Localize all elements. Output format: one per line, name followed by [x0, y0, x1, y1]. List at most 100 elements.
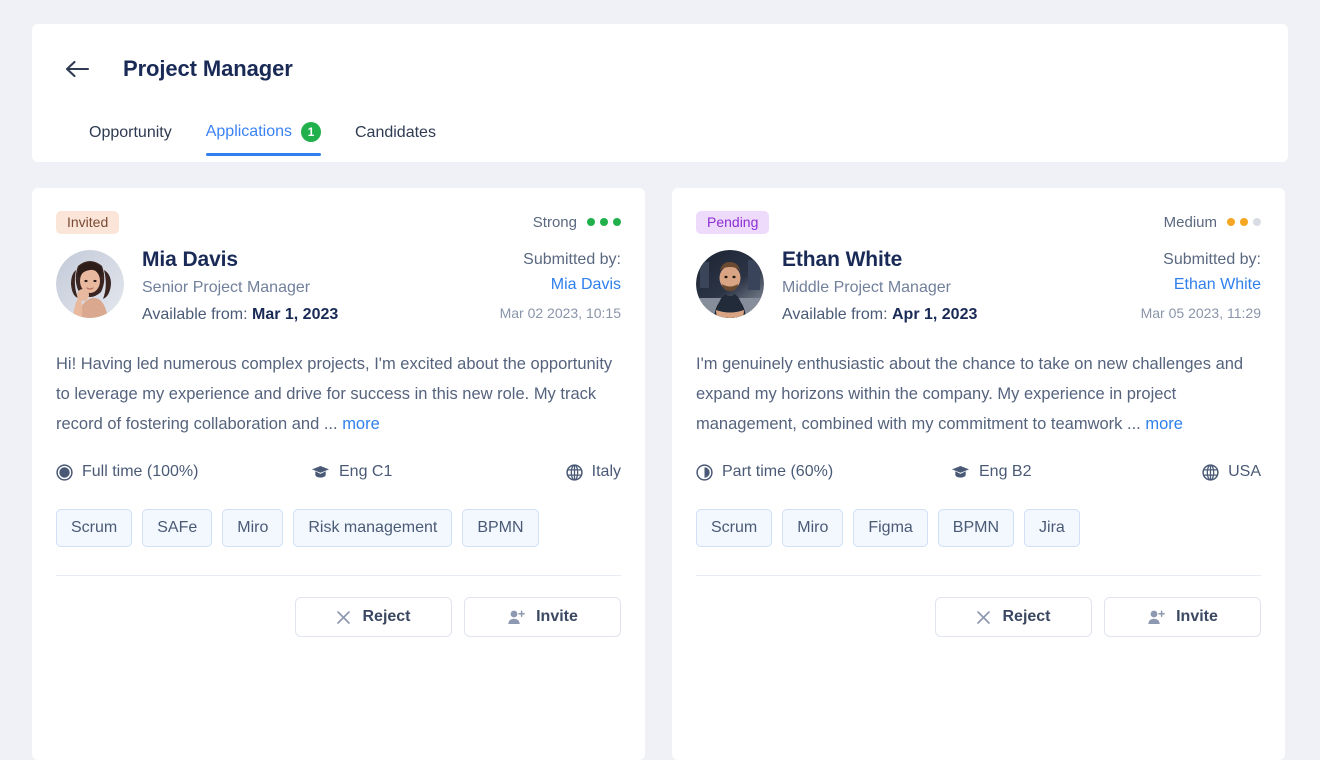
clock-full-icon — [56, 464, 73, 481]
attributes-row: Part time (60%) Eng B2 USA — [696, 463, 1261, 481]
submitted-by-label: Submitted by: — [523, 251, 621, 268]
match-rating-dots — [1227, 218, 1261, 226]
tab-applications[interactable]: Applications 1 — [205, 122, 322, 156]
close-icon — [976, 610, 991, 625]
globe-icon — [1202, 464, 1219, 481]
candidate-identity: Mia Davis Senior Project Manager Availab… — [56, 247, 621, 325]
skill-tag[interactable]: BPMN — [462, 509, 539, 548]
tab-applications-label: Applications — [205, 123, 292, 140]
employment-attribute: Part time (60%) — [696, 463, 951, 481]
reject-button[interactable]: Reject — [935, 597, 1092, 638]
candidate-role: Middle Project Manager — [782, 279, 951, 297]
tab-opportunity[interactable]: Opportunity — [89, 124, 172, 156]
availability-label: Available from: — [142, 306, 248, 324]
location-value: USA — [1228, 463, 1261, 481]
location-value: Italy — [591, 463, 621, 481]
tab-candidates[interactable]: Candidates — [355, 124, 436, 156]
availability-value: Apr 1, 2023 — [891, 306, 978, 324]
rating-dot — [613, 218, 621, 226]
reject-label: Reject — [1002, 608, 1051, 626]
avatar — [56, 250, 124, 318]
candidate-details: Mia Davis Senior Project Manager Availab… — [142, 247, 490, 325]
skill-tag[interactable]: Scrum — [56, 509, 133, 548]
match-rating: Medium — [1164, 214, 1261, 231]
match-rating-label: Medium — [1163, 213, 1217, 231]
language-value: Eng C1 — [339, 463, 393, 481]
tab-applications-badge: 1 — [301, 122, 321, 142]
reject-label: Reject — [362, 608, 411, 626]
tab-candidates-label: Candidates — [355, 124, 436, 141]
candidate-identity: Ethan White Middle Project Manager Avail… — [696, 247, 1261, 325]
match-rating-label: Strong — [532, 213, 577, 231]
employment-value: Part time (60%) — [722, 463, 834, 481]
avatar — [696, 250, 764, 318]
more-link[interactable]: more — [1145, 415, 1183, 433]
match-rating-dots — [587, 218, 621, 226]
application-card: Invited Strong Mia Davis Senior Project … — [32, 188, 645, 760]
cover-letter: I'm genuinely enthusiastic about the cha… — [696, 349, 1261, 439]
submitted-by-link[interactable]: Ethan White — [1141, 275, 1261, 296]
invite-label: Invite — [1176, 608, 1218, 626]
employment-attribute: Full time (100%) — [56, 463, 311, 481]
skill-tag[interactable]: Jira — [1024, 509, 1080, 548]
more-link[interactable]: more — [342, 415, 380, 433]
skill-tag[interactable]: SAFe — [142, 509, 213, 548]
skill-tag[interactable]: Scrum — [696, 509, 773, 548]
skill-tag[interactable]: Figma — [853, 509, 928, 548]
clock-part-icon — [696, 464, 713, 481]
cover-letter: Hi! Having led numerous complex projects… — [56, 349, 621, 439]
location-attribute: USA — [1186, 463, 1261, 481]
header-title-row: Project Manager — [32, 24, 1288, 86]
skill-tags: Scrum Miro Figma BPMN Jira — [696, 509, 1261, 548]
submission-info: Submitted by: Mia Davis Mar 02 2023, 10:… — [500, 247, 621, 325]
skill-tag[interactable]: Miro — [222, 509, 284, 548]
candidate-availability: Available from: Mar 1, 2023 — [142, 305, 490, 325]
card-top-row: Invited Strong — [56, 208, 621, 236]
rating-dot — [1240, 218, 1248, 226]
reject-button[interactable]: Reject — [295, 597, 452, 638]
application-card: Pending Medium Ethan White Middle Projec… — [672, 188, 1285, 760]
submission-info: Submitted by: Ethan White Mar 05 2023, 1… — [1141, 247, 1261, 325]
status-badge: Pending — [696, 210, 770, 234]
invite-label: Invite — [536, 608, 578, 626]
user-plus-icon — [1147, 609, 1165, 625]
candidate-role: Senior Project Manager — [142, 279, 311, 297]
availability-label: Available from: — [782, 306, 888, 324]
skill-tag[interactable]: Risk management — [293, 509, 453, 548]
back-button[interactable] — [60, 52, 94, 86]
applications-list: Invited Strong Mia Davis Senior Project … — [32, 188, 1288, 760]
availability-value: Mar 1, 2023 — [251, 306, 339, 324]
rating-dot — [1253, 218, 1261, 226]
employment-value: Full time (100%) — [82, 463, 199, 481]
card-top-row: Pending Medium — [696, 208, 1261, 236]
invite-button[interactable]: Invite — [464, 597, 621, 638]
language-attribute: Eng B2 — [951, 463, 1186, 481]
skill-tag[interactable]: BPMN — [937, 509, 1015, 548]
status-badge: Invited — [56, 210, 120, 234]
arrow-left-icon — [64, 59, 90, 79]
submitted-date: Mar 05 2023, 11:29 — [1140, 304, 1261, 321]
attributes-row: Full time (100%) Eng C1 Italy — [56, 463, 621, 481]
skill-tag[interactable]: Miro — [782, 509, 844, 548]
rating-dot — [587, 218, 595, 226]
graduation-cap-icon — [951, 464, 970, 480]
page-title: Project Manager — [123, 56, 293, 81]
tab-opportunity-label: Opportunity — [89, 124, 172, 141]
user-plus-icon — [507, 609, 525, 625]
globe-icon — [566, 464, 583, 481]
rating-dot — [1227, 218, 1235, 226]
invite-button[interactable]: Invite — [1104, 597, 1261, 638]
card-actions: Reject Invite — [696, 576, 1261, 661]
submitted-date: Mar 02 2023, 10:15 — [499, 304, 621, 321]
submitted-by-link[interactable]: Mia Davis — [500, 275, 621, 296]
language-attribute: Eng C1 — [311, 463, 546, 481]
close-icon — [336, 610, 351, 625]
candidate-availability: Available from: Apr 1, 2023 — [782, 305, 1131, 325]
cover-letter-text: Hi! Having led numerous complex projects… — [56, 355, 613, 434]
candidate-details: Ethan White Middle Project Manager Avail… — [782, 247, 1131, 325]
skill-tags: Scrum SAFe Miro Risk management BPMN — [56, 509, 621, 548]
submitted-by-label: Submitted by: — [1163, 251, 1261, 268]
candidate-name: Ethan White — [782, 248, 903, 271]
location-attribute: Italy — [546, 463, 621, 481]
language-value: Eng B2 — [979, 463, 1032, 481]
